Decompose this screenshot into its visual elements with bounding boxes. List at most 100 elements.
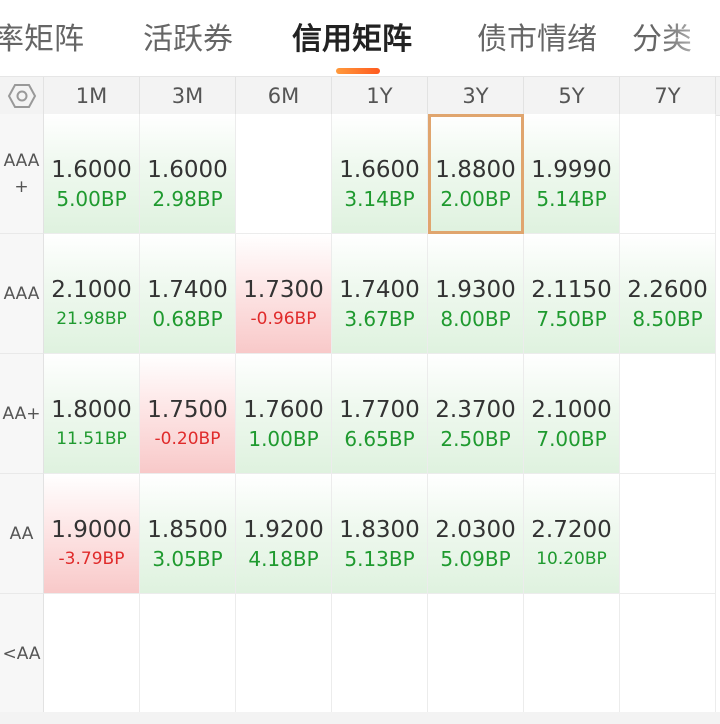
tenor-header-6m: 6M (236, 77, 332, 115)
matrix-cell[interactable]: 1.7500 -0.20BP (140, 354, 236, 474)
cell-bp-change: -3.79BP (58, 549, 125, 569)
matrix-cell[interactable]: 2.3700 2.50BP (428, 354, 524, 474)
tenor-header-1m: 1M (44, 77, 140, 115)
rating-label-text: <AA (2, 643, 41, 664)
matrix-cell[interactable] (140, 594, 236, 714)
cell-bp-change: 5.14BP (536, 187, 607, 211)
cell-yield: 2.7200 (531, 517, 612, 543)
matrix-cell[interactable]: 1.8500 3.05BP (140, 474, 236, 594)
cell-bp-change: 7.50BP (536, 307, 607, 331)
matrix-cell[interactable] (44, 594, 140, 714)
cell-yield: 1.8000 (51, 397, 132, 423)
matrix-cell[interactable]: 1.7600 1.00BP (236, 354, 332, 474)
matrix-cell[interactable]: 2.1000 21.98BP (44, 234, 140, 354)
cell-bp-change: 7.00BP (536, 427, 607, 451)
cell-bp-change: 0.68BP (152, 307, 223, 331)
cell-yield: 1.7700 (339, 397, 420, 423)
cell-yield: 1.6600 (339, 157, 420, 183)
cell-yield: 1.8500 (147, 517, 228, 543)
cell-yield: 1.8300 (339, 517, 420, 543)
tenor-header-row: 1M 3M 6M 1Y 3Y 5Y 7Y (0, 76, 720, 116)
matrix-cell[interactable] (524, 594, 620, 714)
cell-yield: 2.1000 (51, 277, 132, 303)
cell-bp-change: 8.50BP (632, 307, 703, 331)
rating-label-text: + (14, 176, 29, 197)
matrix-cell[interactable]: 1.7400 0.68BP (140, 234, 236, 354)
cell-bp-change: 3.05BP (152, 547, 223, 571)
cell-bp-change: 2.00BP (440, 187, 511, 211)
cell-yield: 1.6000 (147, 157, 228, 183)
matrix-cell[interactable]: 1.9300 8.00BP (428, 234, 524, 354)
cell-bp-change: 5.00BP (56, 187, 127, 211)
cell-yield: 2.1150 (531, 277, 612, 303)
matrix-cell[interactable]: 1.9200 4.18BP (236, 474, 332, 594)
cell-yield: 1.8800 (435, 157, 516, 183)
rating-label: AA+ (0, 354, 44, 474)
matrix-cell[interactable]: 2.1000 7.00BP (524, 354, 620, 474)
matrix-cell[interactable]: 1.7300 -0.96BP (236, 234, 332, 354)
cell-yield: 1.7400 (339, 277, 420, 303)
cell-bp-change: 1.00BP (248, 427, 319, 451)
matrix-cell[interactable]: 1.9990 5.14BP (524, 114, 620, 234)
tenor-header-3y: 3Y (428, 77, 524, 115)
cell-bp-change: 10.20BP (536, 549, 607, 569)
matrix-cell[interactable] (332, 594, 428, 714)
tab-rate-matrix[interactable]: 率矩阵 (0, 18, 84, 62)
matrix-cell[interactable]: 1.9000 -3.79BP (44, 474, 140, 594)
rating-label: AAA (0, 234, 44, 354)
hexagon-settings-icon (7, 84, 36, 108)
cell-bp-change: 5.09BP (440, 547, 511, 571)
cell-bp-change: -0.20BP (154, 429, 221, 449)
cell-yield: 1.9000 (51, 517, 132, 543)
cell-bp-change: 21.98BP (56, 309, 127, 329)
active-tab-indicator (336, 68, 380, 74)
cell-bp-change: 2.98BP (152, 187, 223, 211)
matrix-cell[interactable] (620, 114, 716, 234)
rating-label-text: AA (9, 523, 34, 544)
matrix-cell[interactable] (620, 354, 716, 474)
matrix-cell[interactable]: 1.8800 2.00BP (428, 114, 524, 234)
tenor-header-3m: 3M (140, 77, 236, 115)
matrix-cell[interactable]: 2.2600 8.50BP (620, 234, 716, 354)
cell-bp-change: 6.65BP (344, 427, 415, 451)
tenor-header-7y: 7Y (620, 77, 716, 115)
tab-active-bonds[interactable]: 活跃券 (143, 18, 233, 62)
matrix-cell[interactable]: 1.6600 3.14BP (332, 114, 428, 234)
rating-label-text: AAA (3, 283, 40, 304)
cell-yield: 1.6000 (51, 157, 132, 183)
cell-yield: 2.2600 (627, 277, 708, 303)
matrix-cell[interactable] (236, 114, 332, 234)
matrix-cell[interactable]: 1.6000 2.98BP (140, 114, 236, 234)
cell-bp-change: -0.96BP (250, 309, 317, 329)
tab-credit-matrix[interactable]: 信用矩阵 (292, 18, 412, 62)
matrix-cell[interactable]: 2.1150 7.50BP (524, 234, 620, 354)
cell-yield: 1.9200 (243, 517, 324, 543)
matrix-cell[interactable] (236, 594, 332, 714)
tab-bond-sentiment[interactable]: 债市情绪 (477, 18, 597, 62)
bottom-bar (0, 712, 720, 724)
cell-bp-change: 3.67BP (344, 307, 415, 331)
matrix-cell[interactable] (428, 594, 524, 714)
matrix-cell[interactable]: 1.7700 6.65BP (332, 354, 428, 474)
tenor-header-1y: 1Y (332, 77, 428, 115)
cell-yield: 2.0300 (435, 517, 516, 543)
matrix-cell[interactable]: 2.7200 10.20BP (524, 474, 620, 594)
cell-yield: 1.7500 (147, 397, 228, 423)
matrix-cell[interactable]: 1.8300 5.13BP (332, 474, 428, 594)
matrix-cell[interactable]: 1.7400 3.67BP (332, 234, 428, 354)
matrix-cell[interactable] (620, 474, 716, 594)
cell-bp-change: 3.14BP (344, 187, 415, 211)
matrix-cell[interactable] (620, 594, 716, 714)
cell-bp-change: 4.18BP (248, 547, 319, 571)
cell-bp-change: 5.13BP (344, 547, 415, 571)
cell-bp-change: 11.51BP (56, 429, 127, 449)
rating-label: <AA (0, 594, 44, 714)
matrix-cell[interactable]: 2.0300 5.09BP (428, 474, 524, 594)
settings-button[interactable] (0, 77, 44, 115)
rating-label-text: AA+ (2, 403, 41, 424)
matrix-cell[interactable]: 1.8000 11.51BP (44, 354, 140, 474)
cell-yield: 2.3700 (435, 397, 516, 423)
tab-category[interactable]: 分类 (632, 18, 692, 62)
rating-label: AAA + (0, 114, 44, 234)
matrix-cell[interactable]: 1.6000 5.00BP (44, 114, 140, 234)
